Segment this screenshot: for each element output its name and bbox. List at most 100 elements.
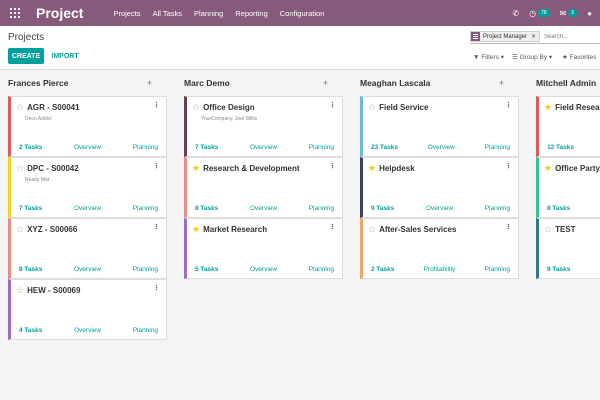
menu-item-planning[interactable]: Planning [194,9,223,18]
star-icon[interactable]: ☆ [544,224,552,235]
overview-link[interactable]: Overview [74,205,101,212]
planning-link[interactable]: Planning [485,144,510,151]
project-card[interactable]: ☆ AGR - S00041 Deco Addict ⋮ 2 Tasks Overview… [8,96,167,157]
tasks-link[interactable]: 5 Tasks [195,266,218,273]
planning-link[interactable]: Planning [133,144,158,151]
project-card[interactable]: ☆ HEW - S00069 ⋮ 4 Tasks Overview Planning [8,279,167,340]
project-name[interactable]: AGR - S00041 [27,103,79,112]
project-card[interactable]: ☆ XYZ - S00066 ⋮ 8 Tasks Overview Planning [8,218,167,279]
app-title[interactable]: Project [36,5,83,21]
plus-icon[interactable]: + [323,78,328,88]
tasks-link[interactable]: 4 Tasks [19,327,42,334]
overview-link[interactable]: Overview [74,144,101,151]
tasks-link[interactable]: 9 Tasks [371,205,394,212]
kebab-menu-icon[interactable]: ⋮ [505,101,512,109]
close-icon[interactable]: ✕ [531,33,536,40]
phone-icon[interactable]: ✆ [512,9,519,18]
tasks-link[interactable]: 8 Tasks [195,205,218,212]
menu-item-all-tasks[interactable]: All Tasks [153,9,182,18]
project-card[interactable]: ☆ After-Sales Services ⋮ 2 Tasks Profitabili… [360,218,519,279]
tasks-link[interactable]: 9 Tasks [547,266,570,273]
project-name[interactable]: Office Party [555,164,600,173]
star-icon[interactable]: ★ [544,163,552,174]
project-card[interactable]: ★ Research & Development ⋮ 8 Tasks Overview P… [184,157,343,218]
project-card[interactable]: ★Office Party⋮8 TasksOverviewPlanning [536,157,600,218]
kebab-menu-icon[interactable]: ⋮ [329,223,336,231]
project-card[interactable]: ☆ Field Service ⋮ 23 Tasks Overview Planning [360,96,519,157]
tasks-link[interactable]: 7 Tasks [19,205,42,212]
planning-link[interactable]: Planning [485,266,510,273]
star-icon[interactable]: ★ [368,163,376,174]
star-icon[interactable]: ★ [192,224,200,235]
kebab-menu-icon[interactable]: ⋮ [329,162,336,170]
apps-grid-icon[interactable] [10,8,20,18]
planning-link[interactable]: Planning [309,266,334,273]
project-name[interactable]: Field Research [555,103,600,112]
tasks-link[interactable]: 2 Tasks [19,144,42,151]
kebab-menu-icon[interactable]: ⋮ [505,223,512,231]
project-name[interactable]: Helpdesk [379,164,415,173]
favorites-dropdown[interactable]: ★ Favorites [562,53,596,62]
messaging-button[interactable]: ✉ 5 [560,9,578,18]
project-name[interactable]: Research & Development [203,164,299,173]
filters-dropdown[interactable]: ▼ Filters ▾ [473,53,504,62]
groupby-dropdown[interactable]: ☰ Group By ▾ [512,53,552,62]
kebab-menu-icon[interactable]: ⋮ [329,101,336,109]
overview-link[interactable]: Overview [426,205,453,212]
planning-link[interactable]: Planning [133,327,158,334]
tasks-link[interactable]: 7 Tasks [195,144,218,151]
overview-link[interactable]: Overview [250,266,277,273]
user-avatar-icon[interactable]: ● [587,9,592,18]
project-card[interactable]: ☆ DPC - S00042 Ready Mat ⋮ 7 Tasks Overview Pl… [8,157,167,218]
overview-link[interactable]: Profitability [424,266,456,273]
activity-button[interactable]: ◷ 78 [529,9,550,18]
star-icon[interactable]: ☆ [16,224,24,235]
planning-link[interactable]: Planning [309,205,334,212]
overview-link[interactable]: Overview [250,205,277,212]
planning-link[interactable]: Planning [309,144,334,151]
star-icon[interactable]: ★ [544,102,552,113]
tasks-link[interactable]: 23 Tasks [371,144,398,151]
overview-link[interactable]: Overview [250,144,277,151]
project-card[interactable]: ☆ Office Design YourCompany, Joel Willis ⋮ 7… [184,96,343,157]
tasks-link[interactable]: 2 Tasks [371,266,394,273]
tasks-link[interactable]: 8 Tasks [19,266,42,273]
tasks-link[interactable]: 8 Tasks [547,205,570,212]
project-name[interactable]: After-Sales Services [379,225,456,234]
kebab-menu-icon[interactable]: ⋮ [505,162,512,170]
kebab-menu-icon[interactable]: ⋮ [153,223,160,231]
star-icon[interactable]: ★ [192,163,200,174]
star-icon[interactable]: ☆ [192,102,200,113]
star-icon[interactable]: ☆ [16,163,24,174]
import-button[interactable]: IMPORT [48,48,82,64]
star-icon[interactable]: ☆ [368,102,376,113]
kebab-menu-icon[interactable]: ⋮ [153,284,160,292]
overview-link[interactable]: Overview [74,327,101,334]
planning-link[interactable]: Planning [133,205,158,212]
kebab-menu-icon[interactable]: ⋮ [153,162,160,170]
project-name[interactable]: XYZ - S00066 [27,225,77,234]
star-icon[interactable]: ☆ [368,224,376,235]
kebab-menu-icon[interactable]: ⋮ [153,101,160,109]
menu-item-reporting[interactable]: Reporting [235,9,268,18]
project-card[interactable]: ★ Market Research ⋮ 5 Tasks Overview Planning [184,218,343,279]
project-name[interactable]: TEST [555,225,575,234]
overview-link[interactable]: Overview [74,266,101,273]
create-button[interactable]: CREATE [8,48,44,64]
project-name[interactable]: HEW - S00069 [27,286,80,295]
planning-link[interactable]: Planning [133,266,158,273]
star-icon[interactable]: ☆ [16,102,24,113]
project-card[interactable]: ★ Helpdesk ⋮ 9 Tasks Overview Planning [360,157,519,218]
project-card[interactable]: ★Field Research⋮12 TasksOverviewPlanning [536,96,600,157]
project-name[interactable]: Field Service [379,103,428,112]
overview-link[interactable]: Overview [428,144,455,151]
plus-icon[interactable]: + [147,78,152,88]
project-name[interactable]: Market Research [203,225,267,234]
star-icon[interactable]: ☆ [16,285,24,296]
project-name[interactable]: Office Design [203,103,255,112]
menu-item-configuration[interactable]: Configuration [280,9,325,18]
project-name[interactable]: DPC - S00042 [27,164,79,173]
search-input[interactable] [544,33,595,40]
menu-item-projects[interactable]: Projects [113,9,140,18]
project-card[interactable]: ☆TEST⋮9 TasksOverviewPlanning [536,218,600,279]
